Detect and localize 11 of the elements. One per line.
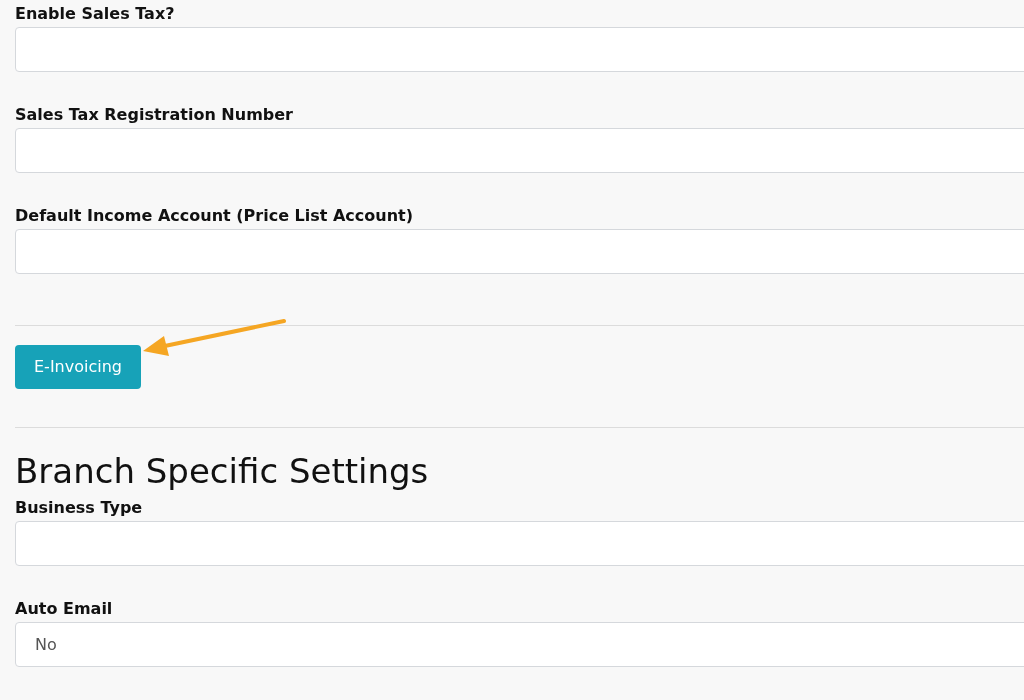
input-field[interactable]: No — [15, 622, 1024, 667]
input-field[interactable] — [15, 128, 1024, 173]
section-heading: Branch Specific Settings — [15, 450, 429, 492]
field-label: Sales Tax Registration Number — [15, 105, 293, 125]
input-field[interactable] — [15, 521, 1024, 566]
field-label: Auto Email — [15, 599, 113, 619]
input-field[interactable] — [15, 27, 1024, 72]
field-label: Enable Sales Tax? — [15, 4, 175, 24]
field-label: Business Type — [15, 498, 143, 518]
input-field[interactable] — [15, 229, 1024, 274]
field-label: Default Income Account (Price List Account) — [15, 206, 414, 226]
